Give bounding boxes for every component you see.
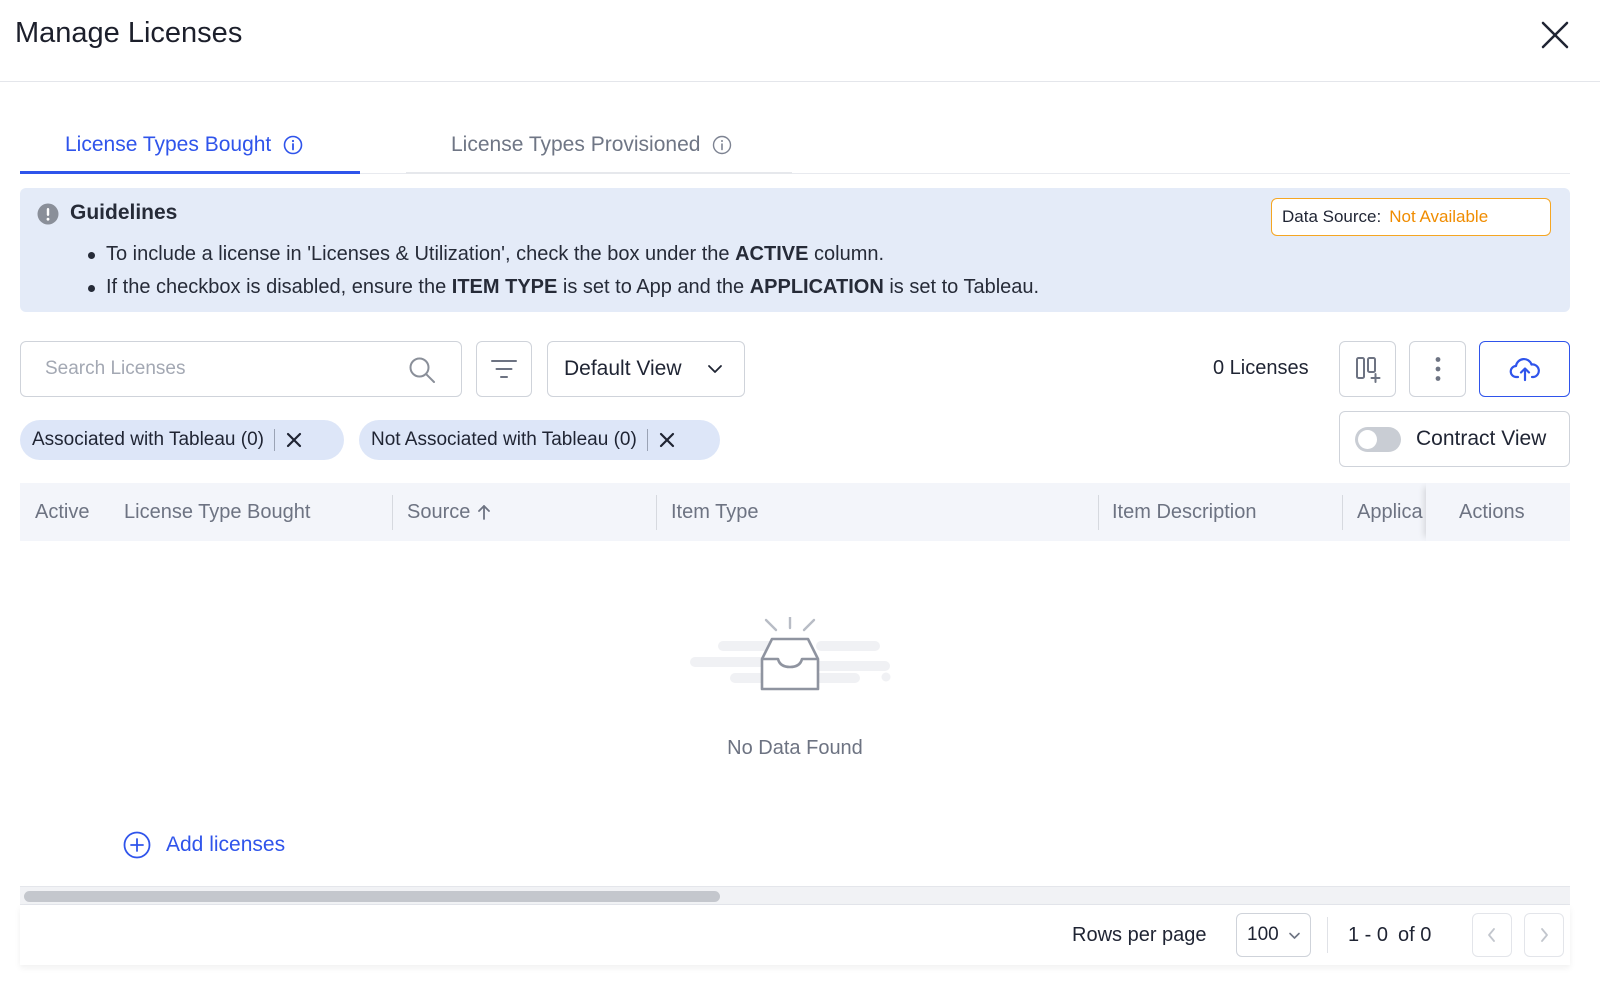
info-icon[interactable] (712, 135, 732, 155)
alert-icon (37, 203, 59, 225)
rows-per-page-label: Rows per page (1072, 924, 1207, 946)
search-input[interactable] (45, 354, 385, 384)
search-icon[interactable] (407, 355, 437, 385)
filter-icon (491, 360, 517, 378)
chevron-right-icon (1541, 928, 1548, 942)
chevron-down-icon (1289, 932, 1300, 939)
guideline-item: To include a license in 'Licenses & Util… (86, 238, 1039, 271)
column-divider[interactable] (1098, 495, 1099, 530)
pagination-bar: Rows per page 100 1 - 0 of 0 (20, 905, 1570, 965)
column-header-source[interactable]: Source (407, 483, 492, 541)
toggle-knob (1358, 429, 1377, 449)
guidelines-list: To include a license in 'Licenses & Util… (86, 238, 1039, 304)
filter-chip-not-associated: Not Associated with Tableau (0) (359, 420, 720, 460)
column-header-item-description[interactable]: Item Description (1112, 483, 1257, 541)
column-divider[interactable] (656, 495, 657, 530)
tab-label: License Types Provisioned (451, 133, 701, 156)
column-header-label: Actions (1459, 500, 1525, 523)
chip-label: Not Associated with Tableau (0) (371, 429, 637, 450)
column-header-actions: Actions (1426, 483, 1570, 541)
search-box[interactable] (20, 341, 462, 397)
dialog-title: Manage Licenses (15, 17, 243, 49)
sort-ascending-icon (478, 505, 491, 520)
chevron-down-icon (708, 365, 722, 373)
info-icon[interactable] (283, 135, 303, 155)
rows-per-page-value: 100 (1247, 924, 1279, 945)
scrollbar-thumb[interactable] (24, 891, 720, 902)
horizontal-scrollbar[interactable] (20, 886, 1570, 905)
more-vertical-icon (1435, 357, 1440, 381)
chip-divider (274, 429, 275, 451)
view-select-value: Default View (564, 357, 682, 380)
contract-view-toggle[interactable] (1355, 426, 1401, 452)
page-range-value: 1 - 0 (1348, 924, 1389, 946)
cloud-upload-icon (1509, 358, 1540, 382)
upload-button[interactable] (1479, 341, 1570, 397)
dialog-header: Manage Licenses (0, 0, 1600, 82)
column-divider[interactable] (1342, 495, 1343, 530)
tab-license-types-provisioned[interactable]: License Types Provisioned (406, 118, 792, 174)
guideline-item: If the checkbox is disabled, ensure the … (86, 271, 1039, 304)
rows-per-page-select[interactable]: 100 (1236, 913, 1311, 957)
columns-button[interactable] (1339, 341, 1396, 397)
chevron-left-icon (1488, 928, 1495, 942)
more-options-button[interactable] (1409, 341, 1466, 397)
column-divider[interactable] (392, 495, 393, 530)
data-source-badge: Data Source: Not Available (1271, 198, 1551, 236)
guidelines-panel: Guidelines To include a license in 'Lice… (20, 188, 1570, 312)
data-source-label: Data Source: (1282, 207, 1382, 226)
tab-label: License Types Bought (65, 132, 272, 156)
previous-page-button[interactable] (1472, 913, 1512, 957)
add-licenses-label: Add licenses (166, 833, 286, 856)
pagination-divider (1327, 917, 1328, 953)
column-header-label: Source (407, 500, 471, 523)
contract-view-toggle-box: Contract View (1339, 411, 1570, 467)
column-header-application[interactable]: Applica (1357, 483, 1423, 541)
filter-button[interactable] (476, 341, 532, 397)
tab-bar: License Types Bought License Types Provi… (20, 118, 1570, 174)
page-range: 1 - 0 of 0 (1348, 924, 1431, 947)
chip-divider (646, 429, 648, 451)
guidelines-title: Guidelines (70, 201, 178, 224)
data-source-value: Not Available (1389, 207, 1489, 226)
close-icon (1541, 21, 1569, 49)
column-header-license-type-bought[interactable]: License Type Bought (124, 483, 310, 541)
filter-chip-associated: Associated with Tableau (0) (20, 420, 344, 460)
next-page-button[interactable] (1524, 913, 1564, 957)
tab-license-types-bought[interactable]: License Types Bought (20, 118, 360, 174)
close-icon[interactable] (285, 431, 303, 449)
chip-label: Associated with Tableau (0) (32, 429, 264, 450)
close-icon[interactable] (658, 431, 676, 449)
empty-inbox-illustration (690, 617, 891, 691)
columns-icon (1355, 357, 1380, 383)
plus-circle-icon (123, 831, 151, 859)
column-header-active[interactable]: Active (35, 483, 89, 541)
table-header: Active License Type Bought Source Item T… (20, 483, 1570, 541)
page-total: of 0 (1398, 924, 1432, 946)
close-button[interactable] (1538, 18, 1572, 52)
empty-state-text: No Data Found (727, 737, 863, 759)
view-select[interactable]: Default View (547, 341, 745, 397)
contract-view-label: Contract View (1416, 427, 1547, 450)
column-header-item-type[interactable]: Item Type (671, 483, 758, 541)
license-count: 0 Licenses (1213, 357, 1309, 379)
add-licenses-link[interactable]: Add licenses (123, 831, 285, 859)
